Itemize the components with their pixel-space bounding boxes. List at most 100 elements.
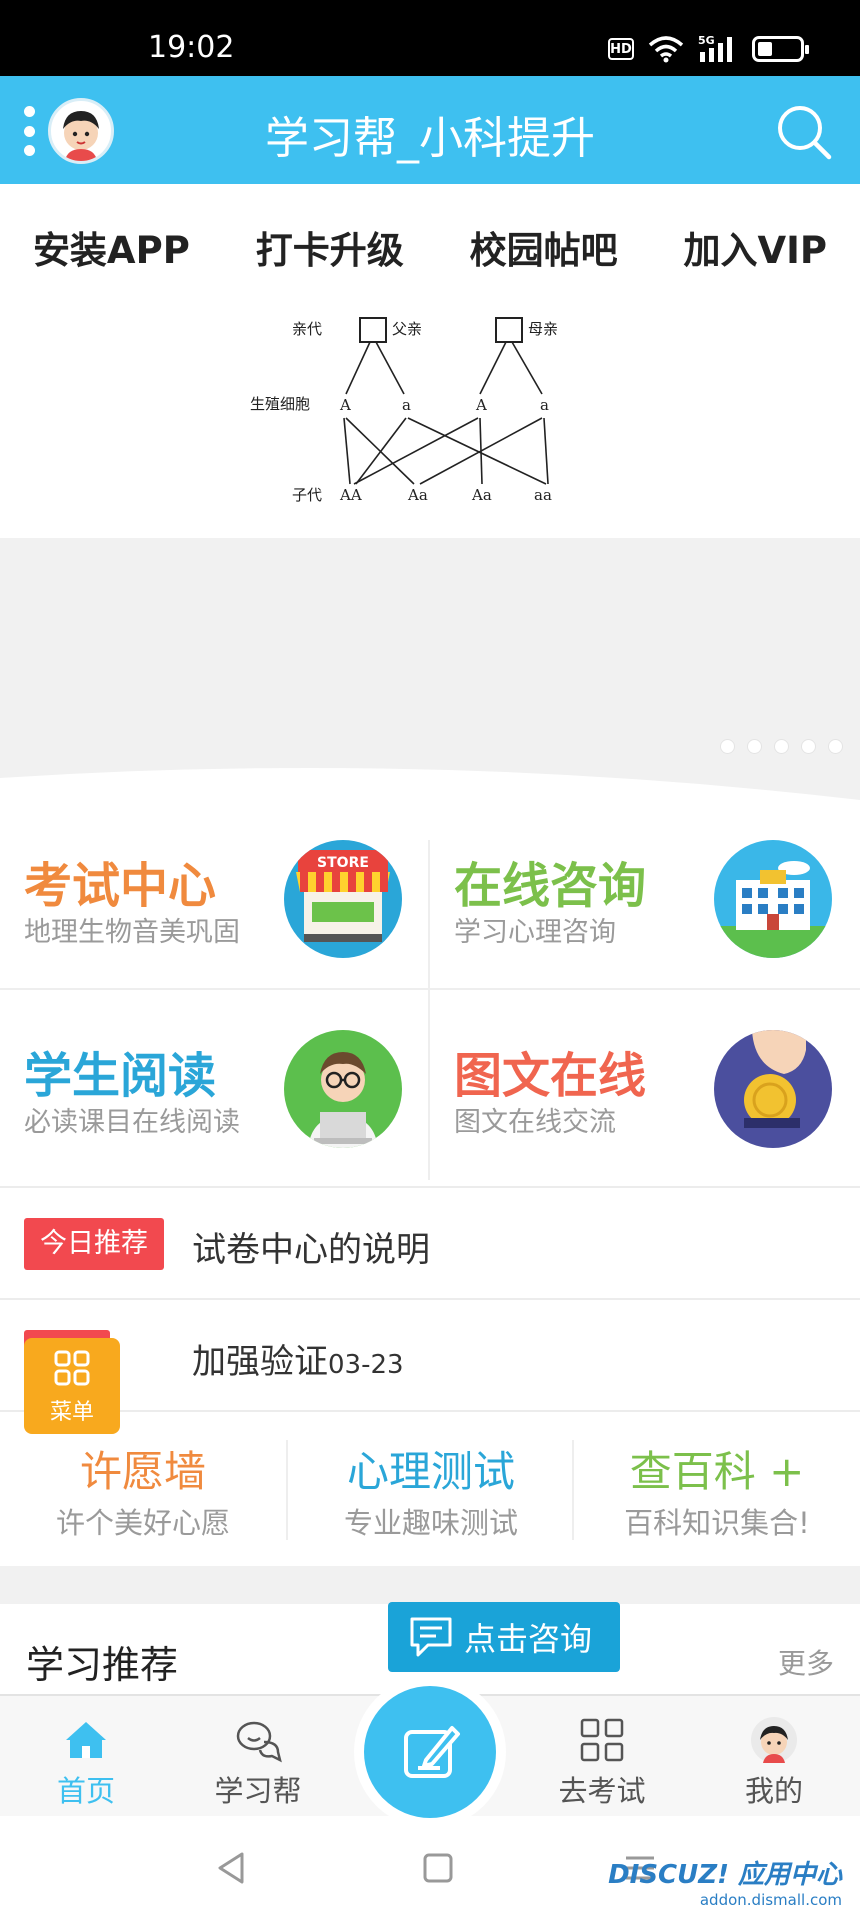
carousel-dot[interactable] <box>721 740 734 753</box>
top-nav: 安装APP 打卡升级 校园帖吧 加入VIP <box>0 184 860 302</box>
service-psych-test[interactable]: 心理测试 专业趣味测试 <box>288 1412 574 1568</box>
label-mother: 母亲 <box>528 320 558 338</box>
feature-subtitle: 必读课目在线阅读 <box>24 1107 240 1138</box>
back-icon[interactable] <box>214 1850 250 1886</box>
service-wish-wall[interactable]: 许愿墙 许个美好心愿 <box>0 1412 286 1568</box>
home-nav-icon[interactable] <box>420 1850 456 1886</box>
grid-icon <box>54 1350 90 1386</box>
announcement-date: 03-23 <box>328 1350 404 1380</box>
feature-title: 学生阅读 <box>24 1048 217 1104</box>
label-gametes: 生殖细胞 <box>250 395 310 413</box>
gamete-label: A <box>339 396 351 414</box>
nav-join-vip[interactable]: 加入VIP <box>683 220 827 274</box>
tab-exam[interactable]: 去考试 <box>516 1696 688 1818</box>
grid-icon <box>580 1718 624 1762</box>
network-label: 5G <box>698 34 715 47</box>
service-title: 心理测试 <box>346 1447 515 1496</box>
feature-graphic-online[interactable]: 图文在线 图文在线交流 <box>430 1010 858 1190</box>
feature-subtitle: 学习心理咨询 <box>454 917 616 948</box>
tab-label: 首页 <box>56 1774 115 1808</box>
offspring-label: Aa <box>471 486 492 504</box>
service-title: 查百科 + <box>629 1447 805 1496</box>
service-encyclopedia[interactable]: 查百科 + 百科知识集合! <box>574 1412 860 1568</box>
more-link[interactable]: 更多 <box>778 1642 834 1682</box>
page-title: 学习帮_小科提升 <box>265 113 595 164</box>
app-header: 学习帮_小科提升 <box>0 76 860 184</box>
reader-avatar-icon <box>284 1030 402 1148</box>
section-title: 学习推荐 <box>26 1643 179 1687</box>
gamete-label: a <box>540 396 549 414</box>
watermark-title: DISCUZ! 应用中心 <box>608 1860 842 1890</box>
compose-button[interactable] <box>364 1686 496 1818</box>
carousel-dot[interactable] <box>802 740 815 753</box>
floating-menu-button[interactable]: 菜单 <box>24 1338 120 1434</box>
feature-online-consult[interactable]: 在线咨询 学习心理咨询 <box>430 820 858 1000</box>
feature-title: 图文在线 <box>454 1048 647 1104</box>
user-avatar-icon <box>751 1717 797 1763</box>
search-icon[interactable] <box>774 102 834 162</box>
feature-title: 在线咨询 <box>454 858 647 914</box>
coin-icon <box>714 1030 832 1148</box>
store-icon: STORE <box>284 840 402 958</box>
floating-menu-label: 菜单 <box>49 1400 94 1425</box>
recommend-tag: 今日推荐 <box>24 1218 164 1270</box>
status-icons: HD 5G <box>608 34 809 64</box>
nav-install-app[interactable]: 安装APP <box>33 220 190 274</box>
carousel-dot[interactable] <box>775 740 788 753</box>
feature-exam-center[interactable]: 考试中心 地理生物音美巩固 STORE <box>0 820 428 1000</box>
offspring-label: Aa <box>407 486 428 504</box>
edit-icon <box>404 1726 460 1778</box>
building-icon <box>714 840 832 958</box>
signal-5g-icon: 5G <box>698 34 732 62</box>
hd-badge: HD <box>608 38 634 60</box>
announcement-row[interactable]: 公告 加强验证03-23 <box>0 1298 860 1410</box>
feature-title: 考试中心 <box>24 858 217 914</box>
chat-icon <box>410 1617 452 1657</box>
carousel-dot[interactable] <box>829 740 842 753</box>
status-time: 19:02 <box>148 30 235 65</box>
label-parents: 亲代 <box>292 320 322 338</box>
services-row: 许愿墙 许个美好心愿 心理测试 专业趣味测试 查百科 + 百科知识集合! <box>0 1410 860 1566</box>
wave-divider <box>0 767 860 820</box>
service-subtitle: 专业趣味测试 <box>343 1506 518 1540</box>
banner-slide[interactable]: 亲代 父亲 母亲 生殖细胞 A a A a 子代 AA Aa Aa aa <box>0 302 860 538</box>
announcement-text: 试卷中心的说明 <box>192 1230 430 1270</box>
announcement-text: 加强验证03-23 <box>192 1334 404 1383</box>
tab-mine[interactable]: 我的 <box>688 1696 860 1818</box>
consult-label: 点击咨询 <box>464 1620 593 1658</box>
carousel-dot[interactable] <box>748 740 761 753</box>
service-subtitle: 许个美好心愿 <box>55 1506 230 1540</box>
announcement-title: 加强验证 <box>192 1342 328 1382</box>
nav-campus-forum[interactable]: 校园帖吧 <box>470 220 618 274</box>
feature-student-reading[interactable]: 学生阅读 必读课目在线阅读 <box>0 1010 428 1190</box>
service-subtitle: 百科知识集合! <box>624 1506 810 1540</box>
label-offspring: 子代 <box>292 486 322 504</box>
watermark-url: addon.dismall.com <box>699 1891 842 1909</box>
gamete-label: A <box>475 396 487 414</box>
tab-label: 学习帮 <box>214 1774 302 1808</box>
offspring-label: aa <box>534 486 552 504</box>
announcement-row[interactable]: 今日推荐 试卷中心的说明 <box>0 1186 860 1296</box>
section-gap <box>0 1566 860 1604</box>
feature-subtitle: 图文在线交流 <box>454 1107 616 1138</box>
tab-label: 去考试 <box>558 1774 646 1808</box>
watermark-logo: DISCUZ! 应用中心 addon.dismall.com <box>608 1854 842 1909</box>
label-father: 父亲 <box>392 320 422 338</box>
svg-text:STORE: STORE <box>317 855 369 871</box>
tab-study-help[interactable]: 学习帮 <box>172 1696 344 1818</box>
feature-grid: 考试中心 地理生物音美巩固 STORE 在线咨询 学习心理咨询 学生阅读 必读课… <box>0 820 860 1186</box>
carousel-dots <box>721 740 842 753</box>
feature-subtitle: 地理生物音美巩固 <box>24 917 240 948</box>
service-title: 许愿墙 <box>79 1447 206 1496</box>
chat-bubbles-icon <box>236 1721 282 1763</box>
home-icon <box>66 1722 106 1758</box>
tab-label: 我的 <box>744 1774 803 1808</box>
nav-checkin[interactable]: 打卡升级 <box>256 220 404 274</box>
genetics-diagram: 亲代 父亲 母亲 生殖细胞 A a A a 子代 AA Aa Aa aa <box>250 317 558 504</box>
wifi-icon <box>648 36 684 63</box>
battery-icon <box>752 36 809 62</box>
system-nav-bar: DISCUZ! 应用中心 addon.dismall.com <box>0 1816 860 1920</box>
tab-home[interactable]: 首页 <box>0 1696 172 1818</box>
consult-button[interactable]: 点击咨询 <box>388 1602 620 1672</box>
offspring-label: AA <box>339 486 362 504</box>
